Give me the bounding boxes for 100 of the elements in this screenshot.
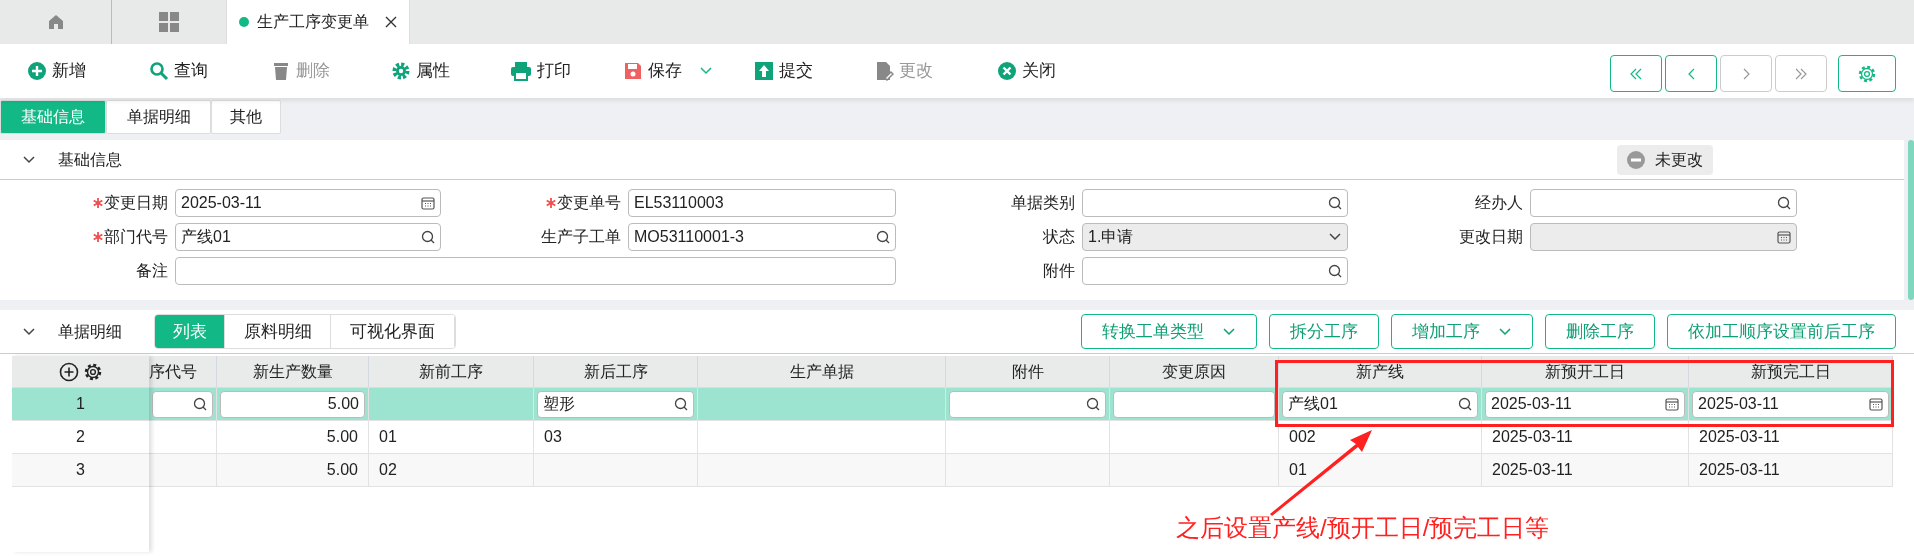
search-icon [1086, 397, 1100, 411]
input-field[interactable]: 产线01 [175, 223, 441, 251]
table-cell-text: 03 [544, 427, 562, 447]
form-tab[interactable]: 单据明细 [106, 100, 211, 134]
input-field[interactable]: EL53110003 [628, 189, 896, 217]
column-header[interactable]: 序代号 [149, 356, 217, 387]
input-field[interactable] [152, 390, 213, 418]
table-cell-text: 01 [379, 427, 397, 447]
field-label: 生产子工单 [541, 227, 621, 247]
row-number[interactable]: 1 [12, 388, 149, 421]
printer-icon [510, 61, 532, 81]
close-button[interactable]: 关闭 [997, 56, 1056, 86]
calendar-icon [421, 196, 435, 210]
close-icon[interactable] [385, 16, 397, 28]
table-cell-text: 01 [1289, 460, 1307, 480]
upload-icon [754, 61, 774, 81]
save-button[interactable]: 保存 [623, 56, 713, 86]
field-label: 经办人 [1475, 193, 1523, 213]
search-icon [421, 230, 435, 244]
previous-page-button[interactable] [1665, 55, 1717, 92]
column-header[interactable]: 生产单据 [698, 356, 946, 387]
column-header[interactable]: 新产线 [1279, 356, 1482, 387]
document-tab[interactable]: 生产工序变更单 [226, 0, 410, 44]
column-header[interactable]: 新预完工日 [1689, 356, 1893, 387]
table-cell-text: 2025-03-11 [1699, 427, 1780, 447]
tab-title: 生产工序变更单 [257, 12, 369, 32]
field-label: 变更日期 [104, 193, 168, 213]
input-field[interactable] [1082, 257, 1348, 285]
grid-icon [158, 11, 180, 33]
search-icon [193, 397, 207, 411]
date-field[interactable]: 2025-03-11 [1692, 390, 1889, 418]
column-header[interactable]: 新生产数量 [217, 356, 369, 387]
chevron-down-icon [1498, 326, 1512, 337]
chevron-icon [1687, 67, 1695, 80]
status-badge: 未更改 [1617, 145, 1713, 175]
table-cell-text: 5.00 [326, 460, 358, 480]
field-label: 状态 [1043, 227, 1075, 247]
chevron-down-icon [1222, 326, 1236, 337]
annotation-text: 之后设置产线/预开工日/预完工日等 [1176, 513, 1550, 543]
search-icon [1458, 397, 1472, 411]
column-header[interactable]: 新预开工日 [1482, 356, 1689, 387]
table-cell-text: 02 [379, 460, 397, 480]
input-field[interactable] [1082, 189, 1348, 217]
field-label: 附件 [1043, 261, 1075, 281]
add-button[interactable]: 新增 [27, 56, 86, 86]
column-header[interactable]: 新前工序 [369, 356, 534, 387]
row-number[interactable]: 2 [12, 421, 149, 454]
search-icon [1328, 264, 1342, 278]
field-label: 部门代号 [104, 227, 168, 247]
form-tab[interactable]: 其他 [211, 100, 281, 134]
double-chevron-icon [1630, 67, 1642, 80]
settings-icon[interactable] [82, 361, 103, 382]
input-field[interactable]: 塑形 [537, 390, 694, 418]
calendar-icon [1869, 397, 1883, 411]
table-cell-text: 002 [1289, 427, 1316, 447]
input-field[interactable] [1530, 189, 1797, 217]
search-icon [149, 61, 169, 81]
field-label: 更改日期 [1459, 227, 1523, 247]
field-label: 变更单号 [557, 193, 621, 213]
document-edit-icon [874, 61, 894, 81]
settings-icon [391, 61, 411, 81]
search-icon [674, 397, 688, 411]
column-header[interactable]: 变更原因 [1110, 356, 1279, 387]
trash-icon [271, 61, 291, 81]
table-cell-text: 2025-03-11 [1492, 460, 1573, 480]
calendar-icon [1665, 397, 1679, 411]
chevron-down-icon [1328, 232, 1342, 242]
input-field[interactable] [949, 390, 1106, 418]
search-icon [876, 230, 890, 244]
search-button[interactable]: 查询 [149, 56, 208, 86]
status-dot-icon [239, 17, 249, 27]
column-header[interactable]: 附件 [946, 356, 1110, 387]
input-field[interactable]: MO53110001-3 [628, 223, 896, 251]
calendar-icon [1777, 230, 1791, 244]
table-cell-text: 5.00 [326, 427, 358, 447]
table-cell-text: 2025-03-11 [1492, 427, 1573, 447]
chevron-down-icon [699, 66, 713, 76]
scrollbar[interactable] [1908, 140, 1914, 300]
submit-button[interactable]: 提交 [754, 56, 813, 86]
chevron-icon [1742, 67, 1750, 80]
first-page-button[interactable] [1610, 55, 1662, 92]
table-cell-text: 2025-03-11 [1699, 460, 1780, 480]
settings-button[interactable] [1838, 55, 1896, 92]
add-icon [27, 61, 47, 81]
properties-button[interactable]: 属性 [391, 56, 450, 86]
input-field[interactable] [175, 257, 896, 285]
minus-circle-icon [1627, 151, 1645, 169]
column-header[interactable]: 新后工序 [534, 356, 698, 387]
collapse-icon [22, 154, 36, 165]
section-title: 基础信息 [58, 149, 122, 170]
input-field[interactable] [1113, 390, 1275, 418]
date-field[interactable]: 2025-03-11 [175, 189, 441, 217]
print-button[interactable]: 打印 [510, 56, 571, 86]
field-label: 备注 [136, 261, 168, 281]
double-chevron-icon [1795, 67, 1807, 80]
input-field[interactable]: 产线01 [1282, 390, 1478, 418]
row-number[interactable]: 3 [12, 454, 149, 487]
date-field[interactable]: 2025-03-11 [1485, 390, 1685, 418]
input-field[interactable]: 5.00 [220, 390, 365, 418]
add-icon[interactable] [58, 361, 79, 382]
